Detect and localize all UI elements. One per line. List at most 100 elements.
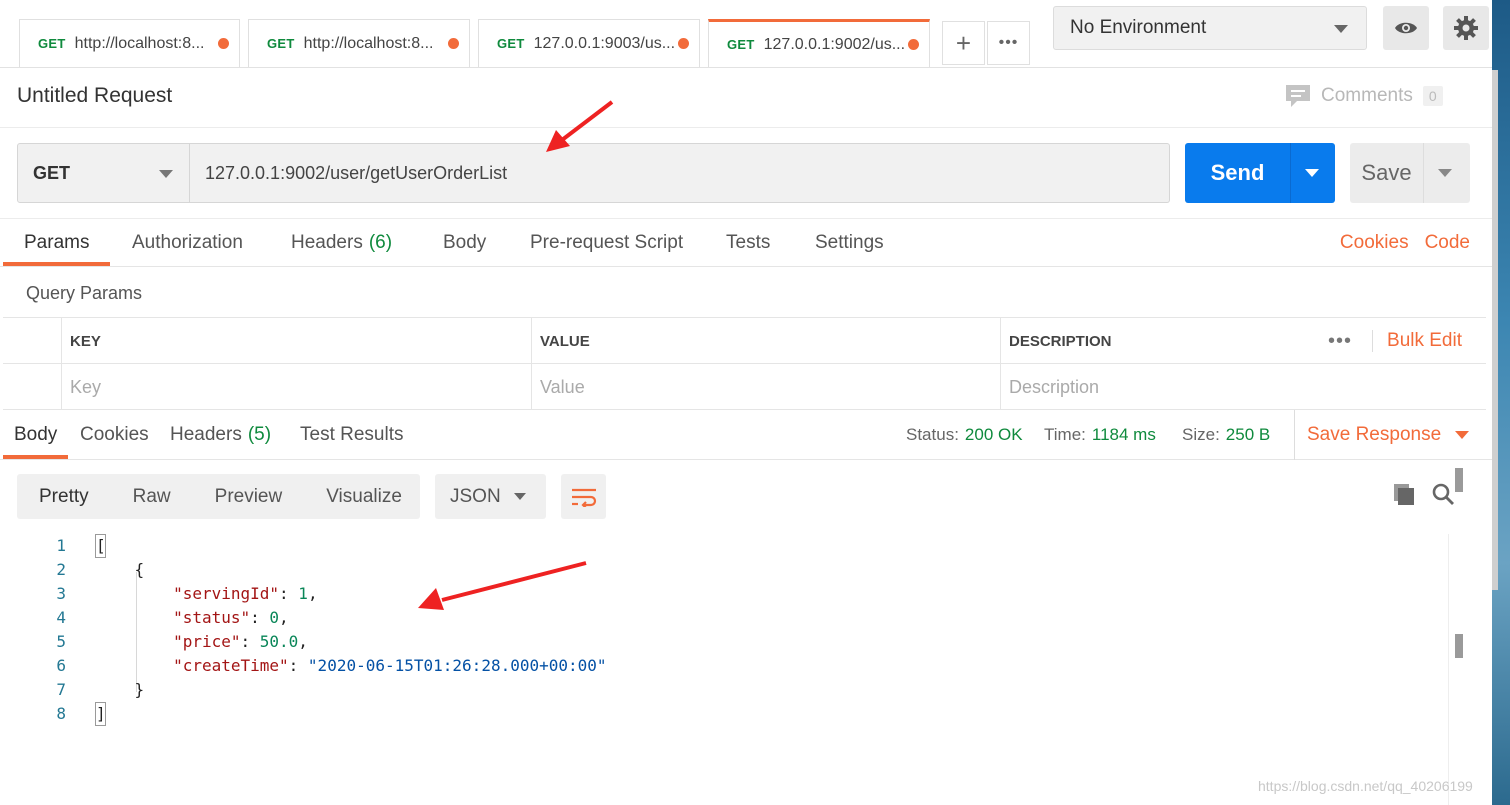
size-label: Size: xyxy=(1182,425,1220,444)
size-meta: Size: 250 B xyxy=(1182,410,1270,460)
gear-icon xyxy=(1454,16,1478,40)
method-label: GET xyxy=(33,162,71,183)
method-select[interactable]: GET xyxy=(17,143,190,203)
code-line: [ xyxy=(96,536,106,555)
query-params-table: KEY VALUE DESCRIPTION ••• Bulk Edit Key … xyxy=(3,317,1486,410)
editor-scroll-marker[interactable] xyxy=(1455,634,1463,658)
line-number: 1 xyxy=(56,536,66,555)
chevron-down-icon xyxy=(1455,431,1470,439)
chevron-down-icon[interactable] xyxy=(1438,169,1452,177)
comments-button[interactable]: Comments 0 xyxy=(1285,84,1443,108)
chevron-down-icon xyxy=(514,493,526,500)
line-number: 2 xyxy=(56,560,66,579)
copy-button[interactable] xyxy=(1392,482,1416,511)
tab-headers[interactable]: Headers (6) xyxy=(291,218,392,268)
wrap-lines-button[interactable] xyxy=(561,474,606,519)
chevron-down-icon xyxy=(1334,25,1348,33)
send-button[interactable]: Send xyxy=(1185,143,1335,203)
unsaved-dot-icon xyxy=(908,39,919,50)
code-line: "servingId": 1, xyxy=(173,584,318,603)
mode-pretty[interactable]: Pretty xyxy=(17,474,111,519)
json-key: "status" xyxy=(173,608,251,627)
unsaved-dot-icon xyxy=(448,38,459,49)
column-header-key: KEY xyxy=(61,318,531,364)
time-value[interactable]: 1184 ms xyxy=(1092,425,1156,445)
json-key: "createTime" xyxy=(173,656,289,675)
request-title[interactable]: Untitled Request xyxy=(17,84,172,108)
save-button[interactable]: Save xyxy=(1350,143,1470,203)
body-view-modes: Pretty Raw Preview Visualize xyxy=(17,474,420,519)
json-number: 0 xyxy=(269,608,280,627)
description-input[interactable]: Description xyxy=(1000,364,1486,410)
code-line: ] xyxy=(96,704,106,723)
tab-params[interactable]: Params xyxy=(24,218,89,268)
status-value[interactable]: 200 OK xyxy=(965,425,1023,445)
mode-visualize[interactable]: Visualize xyxy=(304,474,424,519)
tab-label: Body xyxy=(14,424,58,445)
json-key: "price" xyxy=(173,632,241,651)
send-label: Send xyxy=(1210,160,1265,185)
save-label: Save xyxy=(1361,160,1412,185)
request-tab-4-active[interactable]: GET 127.0.0.1:9002/us... xyxy=(708,19,930,67)
chevron-down-icon[interactable] xyxy=(1305,169,1319,177)
size-value[interactable]: 250 B xyxy=(1226,425,1270,445)
table-actions: ••• Bulk Edit xyxy=(1328,318,1462,364)
code-line: "createTime": "2020-06-15T01:26:28.000+0… xyxy=(173,656,607,675)
mode-raw[interactable]: Raw xyxy=(111,474,193,519)
environment-select[interactable]: No Environment xyxy=(1053,6,1367,50)
response-body-editor[interactable]: 1 2 3 4 5 6 7 8 [ { "servingId": 1, "sta… xyxy=(0,534,1448,805)
format-select[interactable]: JSON xyxy=(435,474,546,519)
tab-method: GET xyxy=(497,36,525,51)
tab-label: Authorization xyxy=(132,232,243,253)
request-tab-3[interactable]: GET 127.0.0.1:9003/us... xyxy=(478,19,700,67)
response-tab-cookies[interactable]: Cookies xyxy=(80,410,149,460)
divider xyxy=(1290,143,1291,203)
table-row: Key Value Description xyxy=(3,364,1486,410)
tab-label: Pre-request Script xyxy=(530,232,684,253)
tab-label: Body xyxy=(443,232,487,253)
request-tabs: Params Authorization Headers (6) Body Pre… xyxy=(0,218,1492,268)
tab-url: http://localhost:8... xyxy=(303,34,434,52)
tab-authorization[interactable]: Authorization xyxy=(132,218,243,268)
code-link[interactable]: Code xyxy=(1425,232,1470,254)
json-number: 1 xyxy=(298,584,308,603)
search-button[interactable] xyxy=(1431,482,1455,511)
editor-scroll-track xyxy=(1448,534,1449,805)
more-dots-icon[interactable]: ••• xyxy=(1328,330,1352,353)
url-input[interactable] xyxy=(190,143,1170,203)
json-key: "servingId" xyxy=(173,584,280,603)
mode-preview[interactable]: Preview xyxy=(193,474,305,519)
json-number: 50.0 xyxy=(259,632,299,651)
tab-tests[interactable]: Tests xyxy=(726,218,770,268)
editor-scroll-marker[interactable] xyxy=(1455,468,1463,492)
divider xyxy=(1423,143,1424,203)
tab-pre-request-script[interactable]: Pre-request Script xyxy=(530,218,683,268)
environment-quick-look-button[interactable] xyxy=(1383,6,1429,50)
bulk-edit-link[interactable]: Bulk Edit xyxy=(1372,330,1462,352)
response-tab-headers[interactable]: Headers (5) xyxy=(170,410,271,460)
copy-icon xyxy=(1394,484,1414,505)
tab-settings[interactable]: Settings xyxy=(815,218,884,268)
cookies-link[interactable]: Cookies xyxy=(1340,232,1409,254)
tab-label: Headers xyxy=(170,424,242,445)
request-tab-1[interactable]: GET http://localhost:8... xyxy=(19,19,240,67)
tab-body[interactable]: Body xyxy=(443,218,486,268)
search-icon xyxy=(1432,483,1454,505)
new-tab-button[interactable]: + xyxy=(942,21,985,65)
settings-button[interactable] xyxy=(1443,6,1489,50)
request-tab-2[interactable]: GET http://localhost:8... xyxy=(248,19,470,67)
comments-count-badge: 0 xyxy=(1422,86,1443,106)
value-input[interactable]: Value xyxy=(531,364,1001,410)
tab-more-button[interactable]: ••• xyxy=(987,21,1030,65)
environment-label: No Environment xyxy=(1070,17,1207,38)
status-meta: Status: 200 OK xyxy=(906,410,1023,460)
save-response-button[interactable]: Save Response xyxy=(1294,410,1470,460)
query-params-title: Query Params xyxy=(26,283,143,303)
code-line: "status": 0, xyxy=(173,608,289,627)
window-scrollbar[interactable] xyxy=(1492,70,1498,590)
status-label: Status: xyxy=(906,425,959,444)
code-line: { xyxy=(96,560,145,579)
key-input[interactable]: Key xyxy=(61,364,531,410)
response-tab-test-results[interactable]: Test Results xyxy=(300,410,403,460)
response-tab-body[interactable]: Body xyxy=(14,410,57,460)
